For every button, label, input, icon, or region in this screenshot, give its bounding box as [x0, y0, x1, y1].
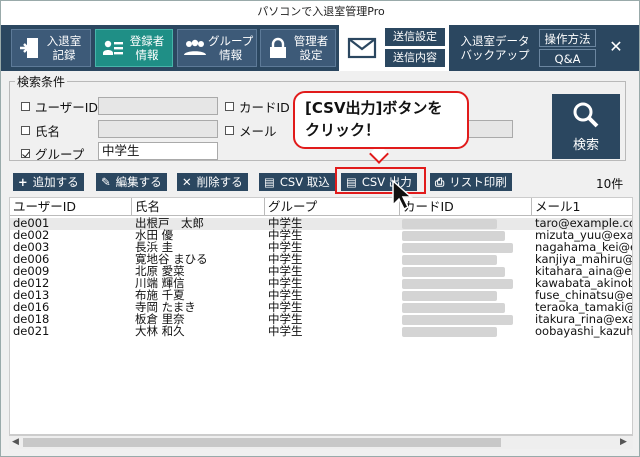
- add-button-label: 追加する: [32, 175, 79, 189]
- cell-card-id-redacted: [402, 327, 497, 337]
- user-id-checkbox[interactable]: [21, 102, 30, 111]
- nav-admin-button[interactable]: 管理者 設定: [260, 29, 336, 67]
- cell-card-id-redacted: [402, 267, 505, 277]
- printer-icon: ⎙: [435, 174, 445, 189]
- user-id-input[interactable]: [98, 97, 218, 115]
- app-window: パソコンで入退室管理Pro 入退室 記録 登録者 情報 グループ 情報 管理者 …: [0, 0, 640, 457]
- group-icon: [182, 35, 208, 61]
- card-id-filter[interactable]: カードID: [225, 97, 290, 116]
- envelope-icon: [347, 37, 377, 59]
- cell-name: 大林 和久: [135, 325, 185, 338]
- cell-card-id-redacted: [402, 255, 497, 265]
- nav-entry-record-button[interactable]: 入退室 記録: [11, 29, 91, 67]
- card-id-checkbox[interactable]: [225, 102, 234, 111]
- csv-import-label: CSV 取込: [279, 175, 330, 189]
- window-title: パソコンで入退室管理Pro: [1, 1, 639, 25]
- card-id-label: カードID: [239, 100, 290, 115]
- name-input[interactable]: [98, 120, 218, 138]
- nav-group-button[interactable]: グループ 情報: [177, 29, 257, 67]
- mail-group: 送信設定 送信内容: [339, 25, 449, 71]
- column-header-mail[interactable]: メール1: [532, 198, 632, 216]
- nav-registrant-button[interactable]: 登録者 情報: [95, 29, 173, 67]
- cell-card-id-redacted: [402, 303, 505, 313]
- user-id-filter[interactable]: ユーザーID: [21, 97, 98, 116]
- x-icon: ✕: [182, 175, 192, 189]
- cell-group: 中学生: [268, 325, 303, 338]
- door-exit-icon: [16, 35, 42, 61]
- group-filter[interactable]: グループ: [21, 144, 84, 163]
- cell-card-id-redacted: [402, 279, 513, 289]
- column-header-group[interactable]: グループ: [265, 198, 400, 216]
- file-icon: ▤: [264, 175, 275, 189]
- send-content-button[interactable]: 送信内容: [385, 49, 445, 67]
- edit-button-label: 編集する: [115, 175, 162, 189]
- name-filter[interactable]: 氏名: [21, 121, 60, 140]
- nav-entry-record-label: 入退室 記録: [46, 34, 82, 62]
- id-card-icon: [100, 35, 126, 61]
- cell-card-id-redacted: [402, 315, 513, 325]
- add-button[interactable]: + 追加する: [13, 173, 84, 191]
- csv-import-button[interactable]: ▤ CSV 取込: [259, 173, 335, 191]
- scroll-left-icon[interactable]: ◀: [12, 437, 19, 447]
- column-header-user-id[interactable]: ユーザーID: [10, 198, 132, 216]
- cell-card-id-redacted: [402, 243, 513, 253]
- qa-button[interactable]: Q&A: [539, 49, 596, 67]
- send-settings-button[interactable]: 送信設定: [385, 28, 445, 46]
- registrant-table[interactable]: ユーザーID 氏名 グループ カードID メール1 de001 出根戸 太郎 中学生…: [9, 197, 633, 435]
- nav-group-label: グループ 情報: [208, 34, 254, 62]
- mail-input[interactable]: [467, 120, 513, 138]
- edit-button[interactable]: ✎ 編集する: [96, 173, 167, 191]
- main-nav: 入退室 記録 登録者 情報 グループ 情報 管理者 設定 入退室データ バックア…: [1, 25, 639, 71]
- magnifier-icon: [573, 102, 599, 128]
- column-header-card-id[interactable]: カードID: [400, 198, 532, 216]
- cell-card-id-redacted: [402, 291, 497, 301]
- horizontal-scrollbar[interactable]: ◀ ▶: [9, 435, 633, 449]
- callout-line-2: クリック！: [305, 121, 381, 139]
- scrollbar-thumb[interactable]: [23, 438, 501, 447]
- print-list-button[interactable]: ⎙ リスト印刷: [430, 173, 512, 191]
- column-header-name[interactable]: 氏名: [132, 198, 265, 216]
- group-label: グループ: [35, 147, 85, 162]
- search-conditions-title: 検索条件: [15, 73, 68, 90]
- delete-button[interactable]: ✕ 削除する: [177, 173, 248, 191]
- howto-button[interactable]: 操作方法: [539, 29, 596, 47]
- delete-button-label: 削除する: [196, 175, 243, 189]
- mouse-pointer-icon: [392, 179, 413, 211]
- backup-button[interactable]: 入退室データ バックアップ: [456, 34, 534, 62]
- close-icon[interactable]: ✕: [605, 37, 627, 57]
- print-list-label: リスト印刷: [449, 175, 507, 189]
- table-row[interactable]: de021 大林 和久 中学生 oobayashi_kazuhis: [10, 325, 633, 338]
- instruction-callout: [CSV出力]ボタンを クリック！: [293, 91, 469, 149]
- mail-filter[interactable]: メール: [225, 121, 277, 140]
- plus-icon: +: [18, 175, 28, 189]
- scroll-right-icon[interactable]: ▶: [620, 437, 627, 447]
- user-id-label: ユーザーID: [35, 100, 99, 115]
- mail-checkbox[interactable]: [225, 126, 234, 135]
- cell-user-id: de021: [13, 325, 50, 338]
- cell-card-id-redacted: [402, 231, 505, 241]
- search-button-label: 検索: [572, 138, 599, 153]
- group-input[interactable]: 中学生: [98, 142, 218, 160]
- lock-icon: [265, 35, 291, 61]
- record-count: 10件: [596, 177, 624, 191]
- nav-registrant-label: 登録者 情報: [129, 34, 165, 62]
- group-checkbox[interactable]: [21, 149, 30, 158]
- nav-admin-label: 管理者 設定: [293, 34, 329, 62]
- name-label: 氏名: [35, 124, 61, 139]
- search-button[interactable]: 検索: [552, 94, 620, 159]
- name-checkbox[interactable]: [21, 126, 30, 135]
- callout-line-1: [CSV出力]ボタンを: [305, 99, 443, 117]
- cell-card-id-redacted: [402, 219, 497, 229]
- mail-label: メール: [239, 124, 277, 139]
- cell-mail: oobayashi_kazuhis: [535, 325, 633, 338]
- pencil-icon: ✎: [101, 175, 111, 189]
